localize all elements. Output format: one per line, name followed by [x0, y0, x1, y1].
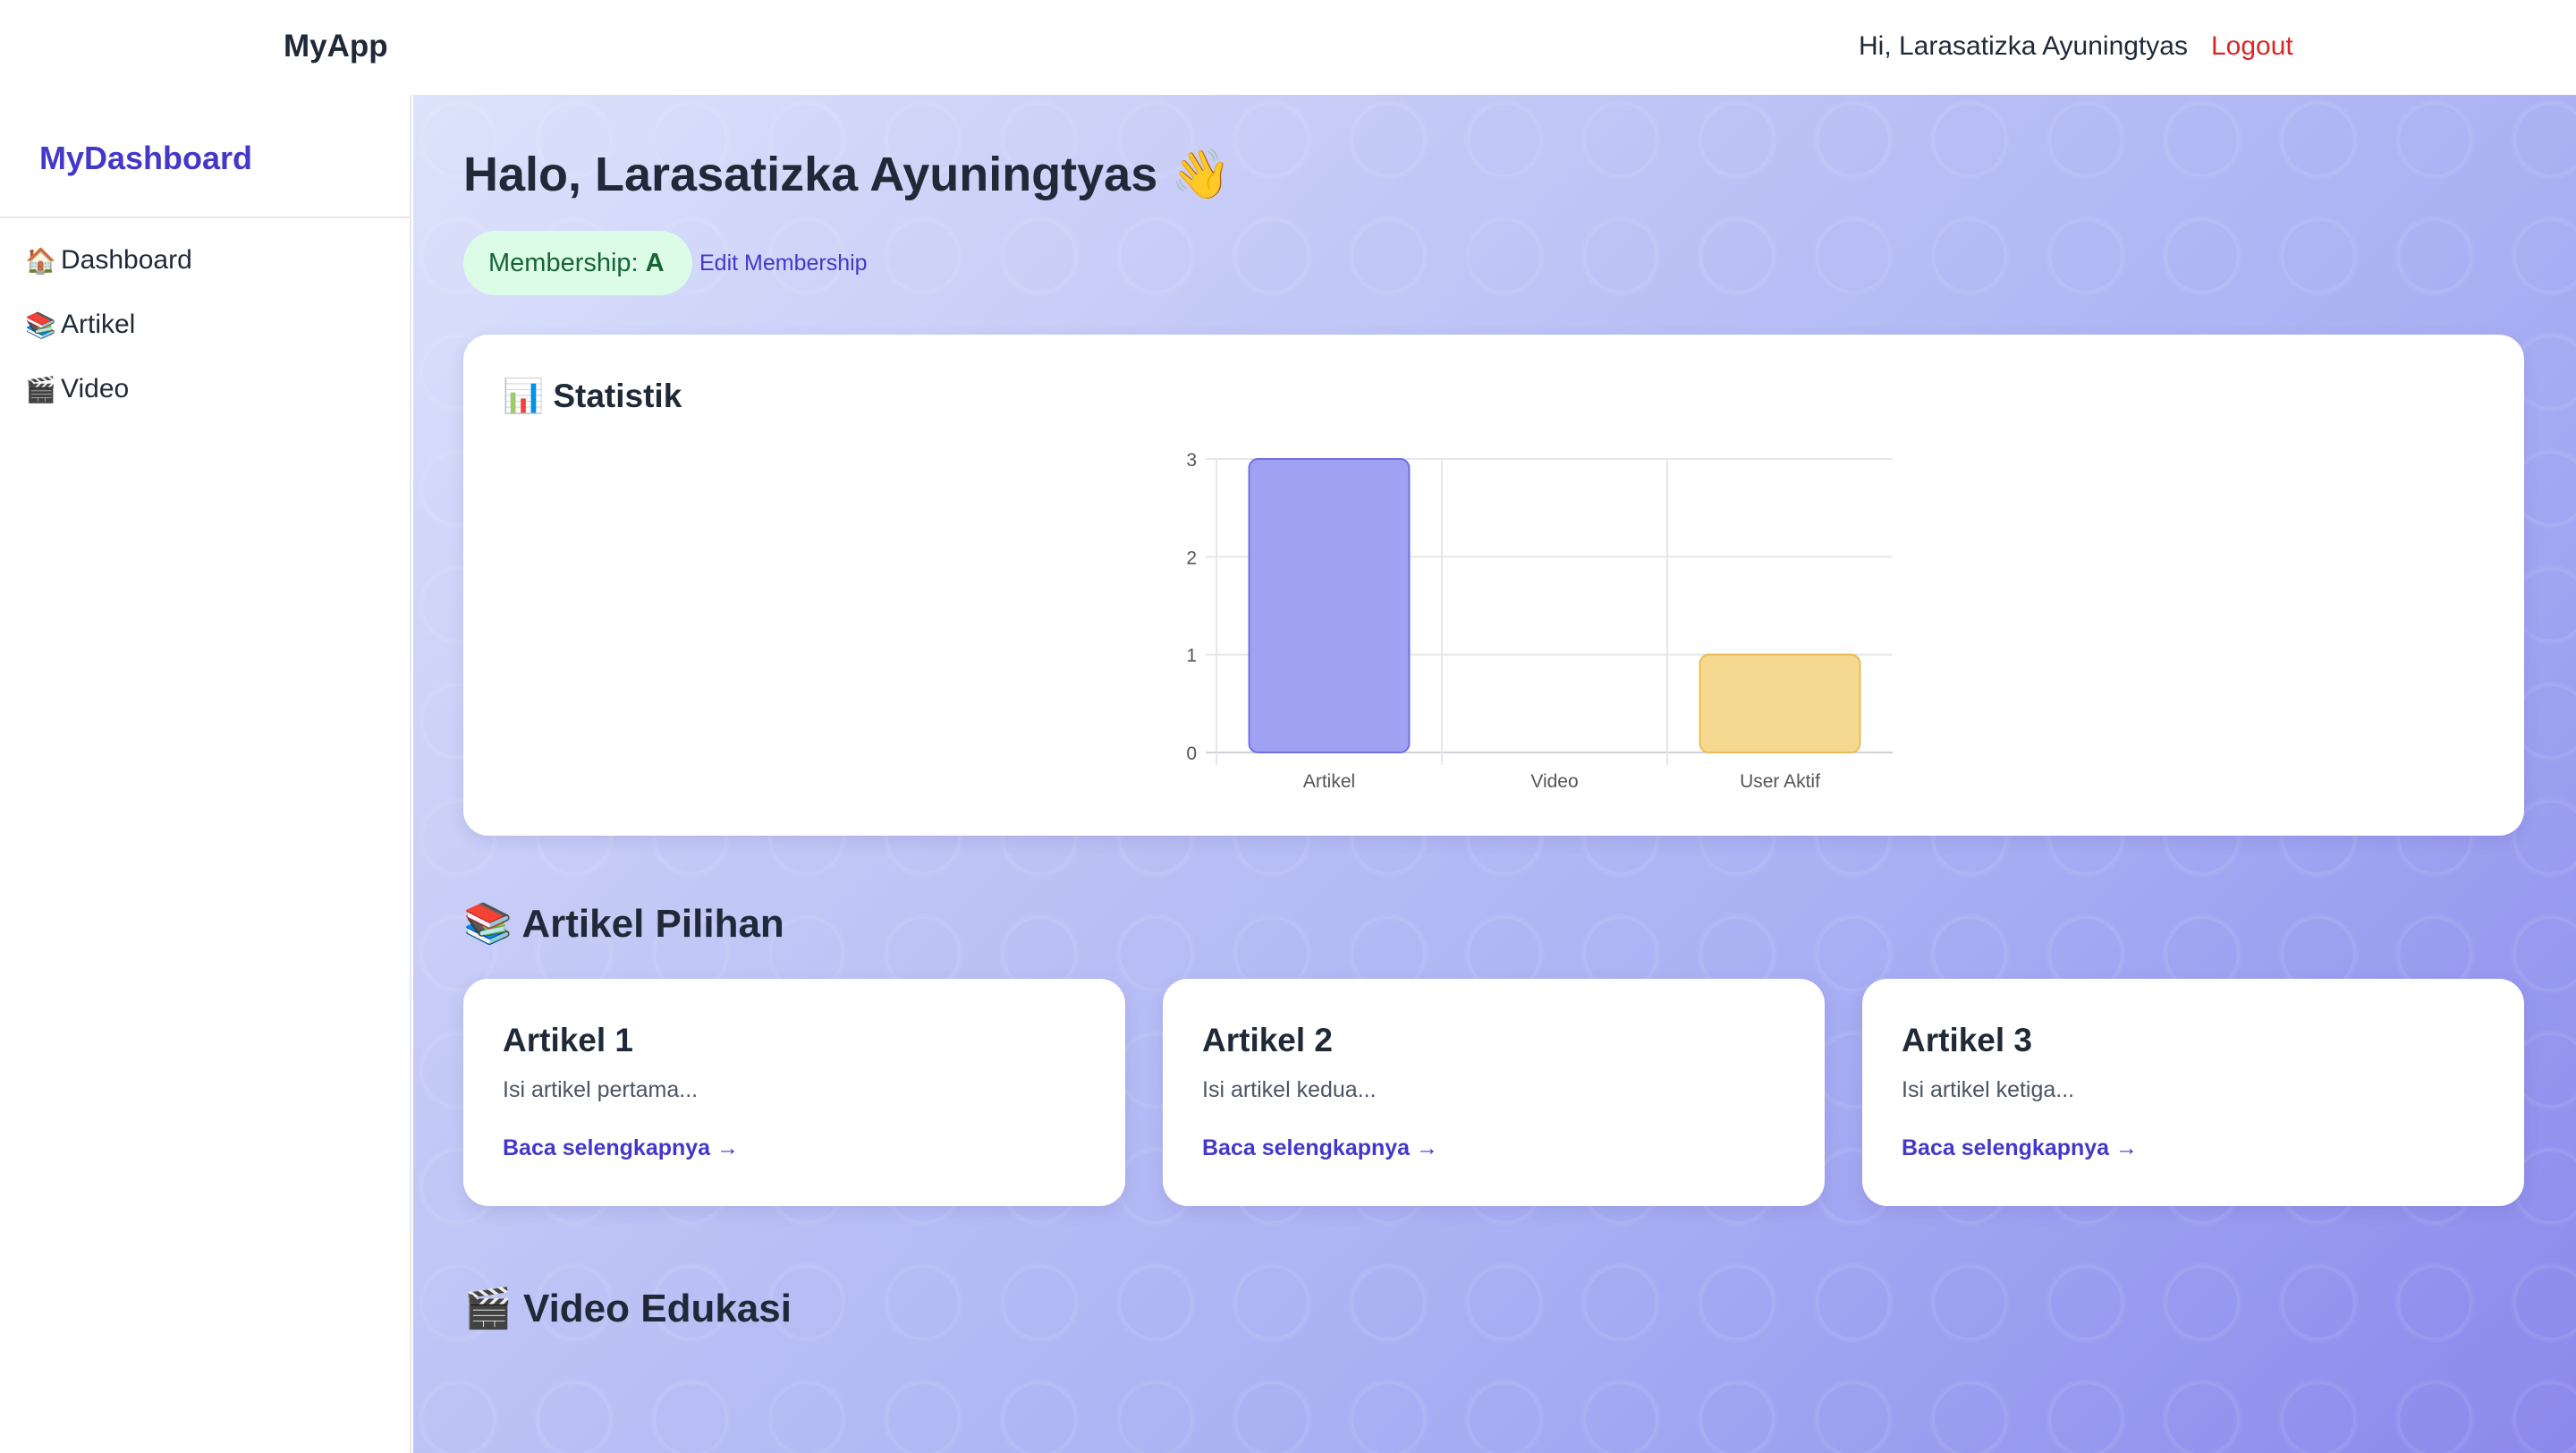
- article-title: Artikel 3: [1902, 1022, 2033, 1058]
- logout-link[interactable]: Logout: [2211, 31, 2293, 62]
- stats-bar-chart: 0 1 2 3 Artikel Video User Aktif: [1186, 450, 1893, 792]
- sidebar-item-label: Dashboard: [61, 245, 192, 275]
- article-card: Artikel 2 Isi artikel kedua... Baca sele…: [1163, 979, 1825, 1206]
- y-tick-label: 3: [1186, 450, 1197, 471]
- article-excerpt: Isi artikel pertama...: [503, 1077, 699, 1102]
- app-brand[interactable]: MyApp: [284, 29, 388, 64]
- bar: [1248, 458, 1411, 753]
- x-tick-label: Artikel: [1303, 771, 1355, 792]
- y-tick-label: 2: [1186, 548, 1197, 568]
- article-title: Artikel 1: [503, 1022, 634, 1058]
- house-icon: 🏠: [25, 246, 56, 275]
- article-title: Artikel 2: [1202, 1022, 1334, 1058]
- read-more-link[interactable]: Baca selengkapnya →: [1202, 1135, 1438, 1161]
- page-title: Halo, Larasatizka Ayuningtyas 👋: [463, 148, 1232, 201]
- bar: [1699, 653, 1861, 753]
- article-excerpt: Isi artikel ketiga...: [1902, 1077, 2075, 1102]
- top-navbar: MyApp Hi, Larasatizka Ayuningtyas Logout: [0, 0, 2576, 95]
- x-tick-label: Video: [1530, 771, 1578, 792]
- article-excerpt: Isi artikel kedua...: [1202, 1077, 1377, 1102]
- videos-section-title: 🎬 Video Edukasi: [463, 1287, 792, 1330]
- y-tick-label: 1: [1186, 646, 1197, 667]
- sidebar-brand[interactable]: MyDashboard: [39, 140, 252, 177]
- sidebar-item-label: Video: [61, 374, 130, 404]
- read-more-link[interactable]: Baca selengkapnya →: [1902, 1135, 2138, 1161]
- membership-label: Membership:: [488, 248, 639, 277]
- membership-badge: Membership: A: [463, 231, 692, 295]
- membership-level: A: [645, 248, 665, 277]
- articles-section-title: 📚 Artikel Pilihan: [463, 902, 784, 946]
- sidebar-item-video[interactable]: 🎬 Video: [25, 374, 129, 404]
- edit-membership-link[interactable]: Edit Membership: [699, 251, 868, 276]
- article-card: Artikel 1 Isi artikel pertama... Baca se…: [463, 979, 1125, 1206]
- stats-card: 📊 Statistik 0 1 2 3 Artikel Video User Aktif: [463, 335, 2524, 836]
- main-content: Halo, Larasatizka Ayuningtyas 👋 Membersh…: [413, 95, 2576, 1453]
- sidebar-item-dashboard[interactable]: 🏠 Dashboard: [25, 245, 192, 276]
- article-card: Artikel 3 Isi artikel ketiga... Baca sel…: [1862, 979, 2524, 1206]
- sidebar-item-label: Artikel: [61, 310, 136, 339]
- x-tick-label: User Aktif: [1740, 771, 1820, 792]
- books-icon: 📚: [25, 310, 56, 339]
- y-tick-label: 0: [1186, 743, 1197, 764]
- sidebar: MyDashboard 🏠 Dashboard 📚 Artikel 🎬 Vide…: [0, 95, 411, 1453]
- sidebar-divider: [0, 217, 410, 218]
- clapper-icon: 🎬: [25, 375, 56, 404]
- sidebar-item-artikel[interactable]: 📚 Artikel: [25, 310, 135, 340]
- user-greeting: Hi, Larasatizka Ayuningtyas: [1859, 31, 2188, 61]
- read-more-link[interactable]: Baca selengkapnya →: [503, 1135, 739, 1161]
